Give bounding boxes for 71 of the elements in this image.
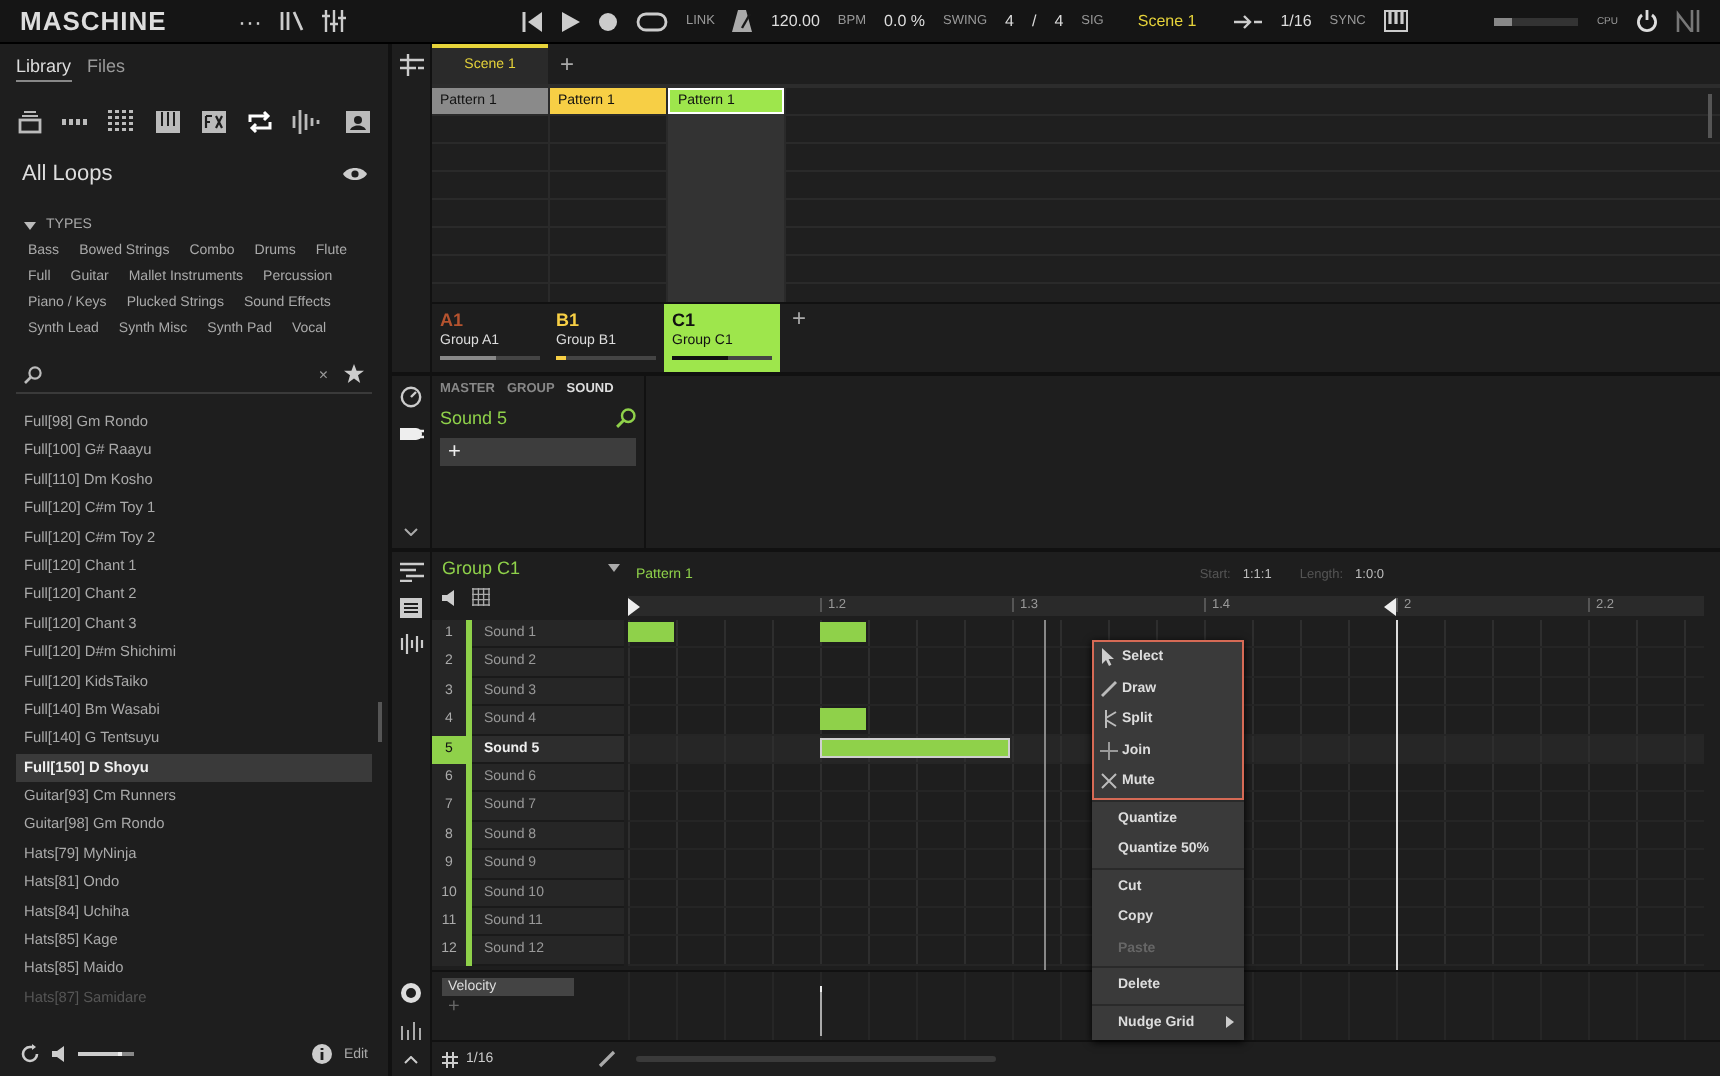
pencil-icon[interactable]	[598, 1050, 616, 1068]
signature-slash: /	[1031, 12, 1037, 30]
submenu-arrow-icon	[1226, 1016, 1234, 1029]
browser-tab[interactable]: Library	[16, 56, 72, 82]
group-label: A1	[440, 310, 466, 330]
tempo-value[interactable]: 120.00	[770, 12, 820, 30]
add-group-button[interactable]: +	[780, 304, 819, 332]
speaker-icon[interactable]	[442, 589, 456, 605]
browser-tab[interactable]: Files	[87, 56, 126, 82]
logo-icon	[1676, 10, 1700, 32]
arranger-icon[interactable]	[399, 54, 423, 76]
keyboard-icon[interactable]	[1383, 10, 1408, 32]
play-icon[interactable]	[562, 11, 580, 31]
clear-button[interactable]: ×	[318, 365, 328, 383]
mixer-icon[interactable]	[322, 10, 346, 32]
tool-icon	[1100, 710, 1118, 729]
editor-icon[interactable]	[399, 562, 423, 582]
search-field[interactable]: ×	[16, 360, 372, 394]
scene-name[interactable]: Scene 1	[1137, 12, 1197, 30]
follow-icon[interactable]	[1234, 13, 1263, 29]
more-button[interactable]: ···	[238, 7, 262, 35]
note[interactable]	[628, 622, 674, 643]
record-icon[interactable]	[598, 11, 618, 31]
search-icon[interactable]	[616, 408, 636, 428]
scrollbar-thumb[interactable]	[378, 702, 382, 742]
category-icon[interactable]	[154, 110, 182, 134]
add-scene-button[interactable]: +	[548, 50, 587, 78]
tool-icon	[1100, 772, 1118, 791]
category-icon[interactable]	[292, 110, 320, 134]
category-icon[interactable]	[108, 110, 136, 134]
add-plugin-button[interactable]: +	[440, 438, 636, 466]
caret-icon	[608, 564, 620, 572]
sound-name: Sound 5	[440, 408, 508, 428]
note[interactable]	[820, 622, 866, 643]
power-icon[interactable]	[1636, 10, 1658, 32]
speaker-icon[interactable]	[52, 1046, 66, 1062]
browser-title: All Loops	[22, 162, 113, 186]
loop-start-marker[interactable]	[628, 597, 640, 615]
dial-icon[interactable]	[400, 386, 422, 408]
eye-icon[interactable]	[342, 166, 368, 182]
expand-icon[interactable]	[24, 221, 36, 229]
search-icon	[24, 365, 42, 383]
bars-icon[interactable]	[400, 1020, 422, 1040]
library-icon[interactable]	[280, 10, 304, 32]
chevron-icon[interactable]	[404, 528, 418, 536]
category-icon[interactable]	[16, 110, 44, 134]
signature-denominator[interactable]: 4	[1054, 12, 1064, 30]
loop-icon[interactable]	[636, 11, 668, 31]
loop-end-marker[interactable]	[1384, 597, 1396, 615]
knob-icon[interactable]	[400, 982, 422, 1004]
pad-grid-icon[interactable]	[472, 588, 490, 606]
grid-icon[interactable]	[442, 1051, 458, 1067]
category-icon[interactable]	[344, 110, 372, 134]
info-icon[interactable]	[311, 1044, 332, 1064]
app-logo: MASCHINE	[20, 6, 169, 36]
list-icon[interactable]	[400, 598, 422, 618]
signature-numerator[interactable]: 4	[1005, 12, 1014, 30]
chevron-icon[interactable]	[404, 1056, 418, 1064]
category-icon[interactable]	[200, 110, 228, 134]
group-label: B1	[556, 310, 582, 330]
quantize-value[interactable]: 1/16	[1280, 12, 1312, 30]
group-label: C1	[672, 310, 698, 330]
waveform-icon[interactable]	[399, 634, 423, 654]
scrollbar-thumb[interactable]	[1708, 94, 1712, 138]
plug-icon[interactable]	[399, 424, 423, 444]
star-icon[interactable]	[344, 364, 364, 384]
previous-icon[interactable]	[522, 11, 544, 31]
swing-value[interactable]: 0.0 %	[884, 12, 925, 30]
refresh-icon[interactable]	[20, 1044, 40, 1064]
metronome-icon[interactable]	[732, 10, 753, 32]
group-dropdown[interactable]: Group C1	[442, 558, 620, 578]
